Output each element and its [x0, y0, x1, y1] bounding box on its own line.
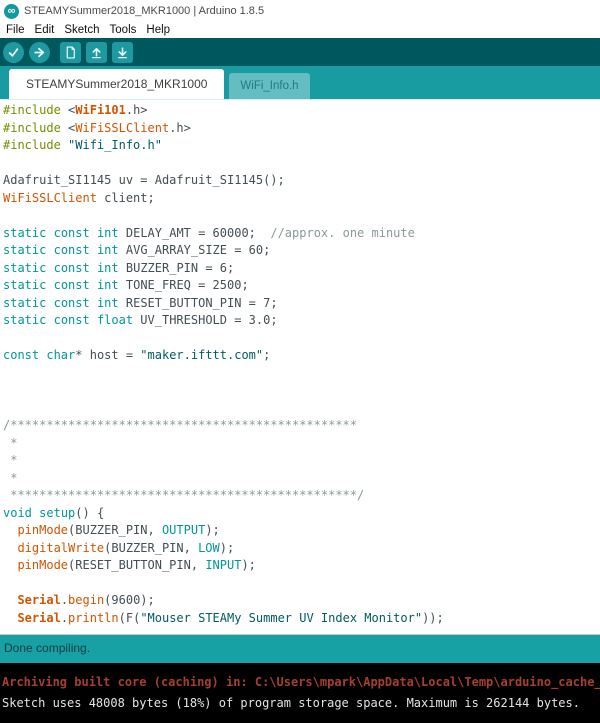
save-button[interactable] [112, 42, 133, 63]
code-line: static const int AVG_ARRAY_SIZE = 60; [3, 242, 600, 260]
window-title: STEAMYSummer2018_MKR1000 | Arduino 1.8.5 [24, 5, 264, 17]
menu-item-edit[interactable]: Edit [30, 24, 60, 36]
arrow-right-icon [33, 46, 46, 59]
code-line: static const int RESET_BUTTON_PIN = 7; [3, 295, 600, 313]
arduino-infinity-icon: ∞ [4, 4, 19, 19]
code-line: /***************************************… [3, 417, 600, 435]
code-line: * [3, 452, 600, 470]
code-line: ****************************************… [3, 487, 600, 505]
code-line: const char* host = "maker.ifttt.com"; [3, 347, 600, 365]
code-line [3, 575, 600, 593]
menu-item-tools[interactable]: Tools [105, 24, 142, 36]
menu-item-file[interactable]: File [1, 24, 30, 36]
tab-steamysummer2018-mkr1000[interactable]: STEAMYSummer2018_MKR1000 [9, 69, 224, 99]
code-line: * [3, 435, 600, 453]
console-line: Archiving built core (caching) in: C:\Us… [2, 672, 600, 693]
check-icon [7, 46, 20, 59]
code-line [3, 330, 600, 348]
code-line: pinMode(RESET_BUTTON_PIN, INPUT); [3, 557, 600, 575]
code-line: WiFiSSLClient client; [3, 190, 600, 208]
console-line: Sketch uses 48008 bytes (18%) of program… [2, 693, 600, 714]
code-line: void setup() { [3, 505, 600, 523]
code-line: #include <WiFiSSLClient.h> [3, 120, 600, 138]
code-line [3, 155, 600, 173]
code-line: Serial.begin(9600); [3, 592, 600, 610]
new-sketch-button[interactable] [60, 42, 81, 63]
code-line [3, 207, 600, 225]
arrow-down-icon [116, 46, 129, 59]
code-line: static const int BUZZER_PIN = 6; [3, 260, 600, 278]
status-message: Done compiling. [4, 641, 90, 655]
code-line: Adafruit_SI1145 uv = Adafruit_SI1145(); [3, 172, 600, 190]
title-bar: ∞ STEAMYSummer2018_MKR1000 | Arduino 1.8… [0, 0, 600, 22]
menu-bar: File Edit Sketch Tools Help [0, 22, 600, 38]
menu-item-help[interactable]: Help [141, 24, 175, 36]
code-line: * [3, 470, 600, 488]
upload-button[interactable] [29, 42, 50, 63]
status-bar: Done compiling. [0, 634, 600, 663]
code-line: static const int DELAY_AMT = 60000; //ap… [3, 225, 600, 243]
code-line: #include "Wifi_Info.h" [3, 137, 600, 155]
code-line [3, 382, 600, 400]
console-output: Archiving built core (caching) in: C:\Us… [0, 663, 600, 723]
verify-button[interactable] [3, 42, 24, 63]
code-line: static const int TONE_FREQ = 2500; [3, 277, 600, 295]
tab-bar: STEAMYSummer2018_MKR1000 WiFi_Info.h [0, 66, 600, 100]
arrow-up-icon [90, 46, 103, 59]
code-line [3, 400, 600, 418]
open-button[interactable] [86, 42, 107, 63]
code-line: #include <WiFi101.h> [3, 102, 600, 120]
code-line: digitalWrite(BUZZER_PIN, LOW); [3, 540, 600, 558]
code-line [3, 365, 600, 383]
menu-item-sketch[interactable]: Sketch [59, 24, 104, 36]
code-line: pinMode(BUZZER_PIN, OUTPUT); [3, 522, 600, 540]
code-line: static const float UV_THRESHOLD = 3.0; [3, 312, 600, 330]
code-editor[interactable]: #include <WiFi101.h>#include <WiFiSSLCli… [0, 100, 600, 634]
document-icon [64, 46, 77, 59]
code-line: Serial.println(F("Mouser STEAMy Summer U… [3, 610, 600, 628]
tab-wifi-info-h[interactable]: WiFi_Info.h [229, 73, 309, 99]
toolbar [0, 38, 600, 66]
